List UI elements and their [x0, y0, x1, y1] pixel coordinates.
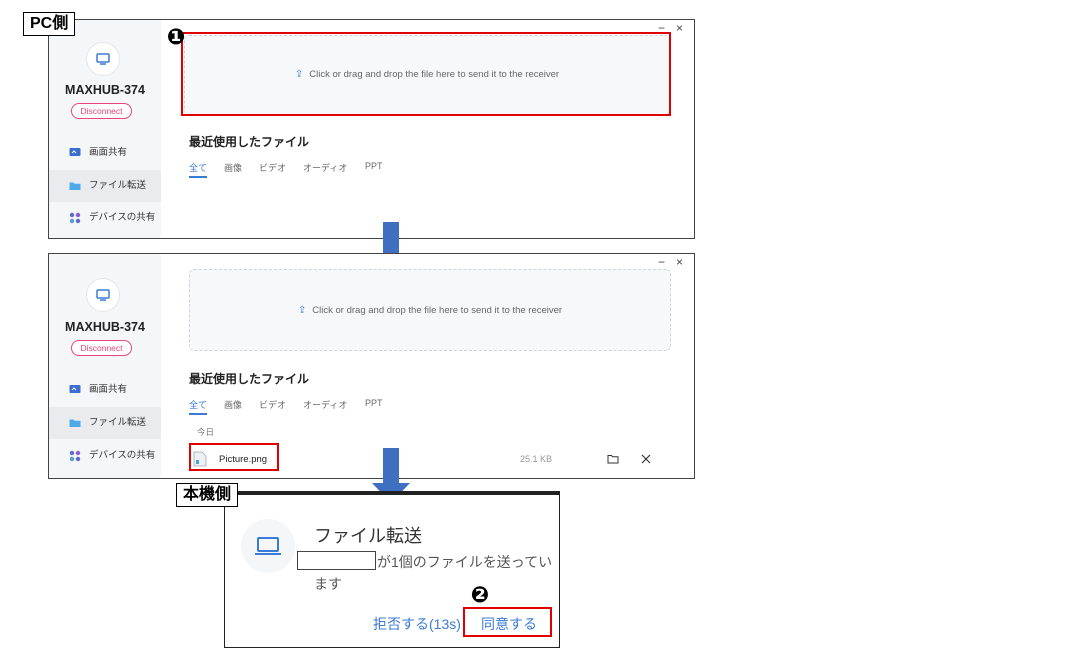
open-folder-icon[interactable]	[607, 453, 619, 465]
sender-name-redacted	[297, 551, 376, 570]
nav-label: デバイスの共有	[89, 212, 156, 223]
active-tab-indicator	[189, 176, 207, 178]
pc-side-label: PC側	[23, 12, 76, 36]
nav-item-device-share[interactable]: デバイスの共有	[49, 440, 161, 472]
close-button[interactable]: ×	[676, 256, 683, 268]
tab-all[interactable]: 全て	[189, 161, 207, 174]
disconnect-button[interactable]: Disconnect	[71, 340, 132, 356]
folder-icon	[69, 182, 81, 190]
device-share-icon	[69, 450, 81, 462]
device-avatar	[86, 42, 120, 76]
file-type-tabs: 全て 画像 ビデオ オーディオ PPT	[189, 398, 489, 412]
monitor-icon	[96, 289, 110, 301]
file-type-tabs: 全て 画像 ビデオ オーディオ PPT	[189, 161, 489, 175]
nav-item-file-transfer[interactable]: ファイル転送	[49, 170, 161, 202]
tab-images[interactable]: 画像	[224, 161, 242, 174]
tab-video[interactable]: ビデオ	[259, 161, 286, 174]
nav-item-file-transfer[interactable]: ファイル転送	[49, 407, 161, 439]
dialog-title: ファイル転送	[314, 526, 422, 546]
folder-icon	[69, 419, 81, 427]
tab-audio[interactable]: オーディオ	[303, 161, 347, 174]
dropzone-text: ⇪ Click or drag and drop the file here to…	[297, 305, 563, 316]
screen-share-icon	[69, 148, 81, 156]
nav-label: ファイル転送	[89, 417, 147, 428]
upload-icon: ⇪	[297, 305, 307, 316]
device-side-label: 本機側	[176, 483, 239, 507]
dropzone-highlight	[181, 32, 671, 116]
nav-label: 画面共有	[89, 384, 128, 395]
dialog-avatar	[241, 519, 295, 573]
accept-highlight	[463, 607, 552, 637]
nav-label: デバイスの共有	[89, 450, 156, 461]
pc-app-window-2: MAXHUB-374 Disconnect 画面共有 ファイル転送 デバイスの共…	[48, 253, 695, 479]
tab-ppt[interactable]: PPT	[365, 161, 383, 171]
device-name: MAXHUB-374	[65, 320, 145, 334]
tab-audio[interactable]: オーディオ	[303, 398, 347, 411]
active-tab-indicator	[189, 413, 207, 415]
device-name: MAXHUB-374	[65, 83, 145, 97]
step-1-marker: ❶	[166, 24, 186, 49]
device-avatar	[86, 278, 120, 312]
file-size: 25.1 KB	[520, 454, 553, 464]
minimize-button[interactable]: −	[658, 256, 665, 268]
monitor-icon	[96, 53, 110, 65]
date-group-label: 今日	[197, 427, 215, 437]
reject-button[interactable]: 拒否する(13s)	[373, 614, 461, 634]
nav-label: 画面共有	[89, 147, 128, 158]
disconnect-button[interactable]: Disconnect	[71, 103, 132, 119]
close-button[interactable]: ×	[676, 22, 683, 34]
tab-all[interactable]: 全て	[189, 398, 207, 411]
tab-video[interactable]: ビデオ	[259, 398, 286, 411]
device-share-icon	[69, 212, 81, 224]
recent-files-title: 最近使用したファイル	[189, 372, 310, 386]
laptop-icon	[255, 537, 281, 555]
step-2-marker: ❷	[470, 582, 490, 607]
file-dropzone[interactable]: ⇪ Click or drag and drop the file here to…	[189, 269, 671, 351]
file-highlight	[189, 443, 279, 471]
nav-label: ファイル転送	[89, 180, 147, 191]
dialog-message-line2: ます	[314, 576, 342, 592]
dialog-message-line1: が1個のファイルを送ってい	[377, 554, 553, 570]
recent-files-title: 最近使用したファイル	[189, 135, 310, 149]
nav-item-screen-share[interactable]: 画面共有	[49, 137, 161, 169]
remove-file-icon[interactable]	[640, 453, 652, 465]
nav-item-device-share[interactable]: デバイスの共有	[49, 202, 161, 234]
tab-images[interactable]: 画像	[224, 398, 242, 411]
tab-ppt[interactable]: PPT	[365, 398, 383, 408]
screen-share-icon	[69, 385, 81, 393]
sidebar: MAXHUB-374 Disconnect 画面共有 ファイル転送 デバイスの共…	[49, 20, 161, 238]
sidebar: MAXHUB-374 Disconnect 画面共有 ファイル転送 デバイスの共…	[49, 254, 161, 478]
nav-item-screen-share[interactable]: 画面共有	[49, 374, 161, 406]
